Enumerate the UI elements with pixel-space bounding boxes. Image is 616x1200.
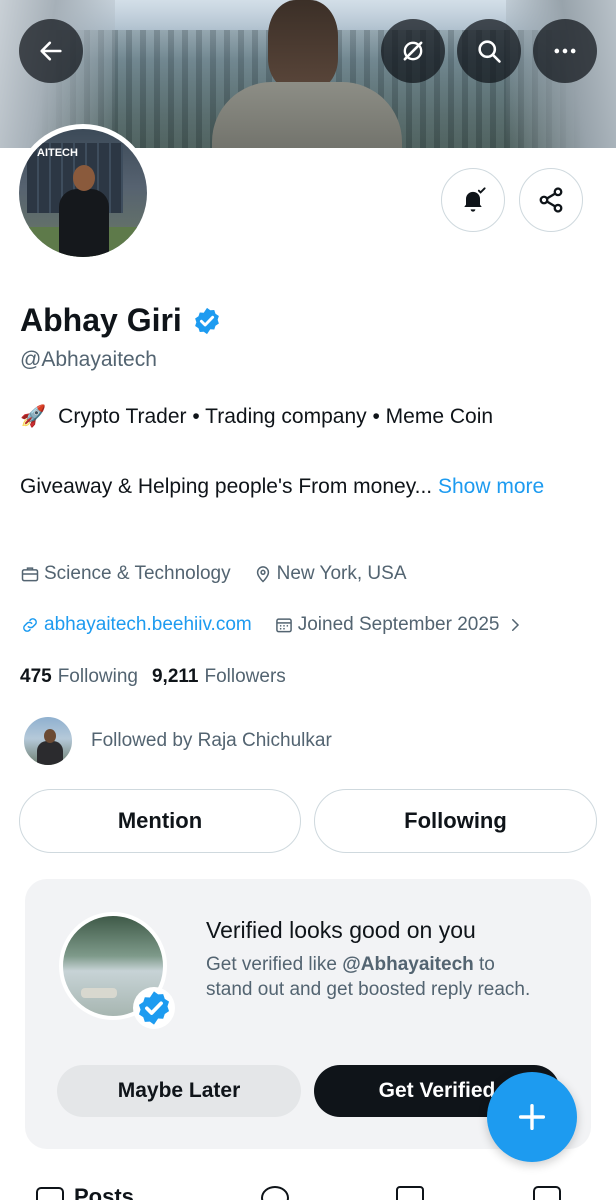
promo-title: Verified looks good on you [206,917,476,943]
followed-by-row[interactable]: Followed by Raja Chichulkar [22,715,332,767]
mention-button[interactable]: Mention [19,789,301,853]
profile-name: Abhay Giri [20,302,182,338]
share-button[interactable] [519,168,583,232]
posts-icon [36,1187,64,1200]
media-icon[interactable] [533,1186,561,1200]
followed-by-text: Followed by Raja Chichulkar [91,730,332,751]
follower-avatar [22,715,74,767]
profile-tab-bar: Posts [0,1180,616,1200]
website-item[interactable]: abhayaitech.beehiiv.com [20,614,252,636]
bio-line-1: 🚀 Crypto Trader • Trading company • Meme… [20,405,493,429]
more-button[interactable] [533,19,597,83]
website-link[interactable]: abhayaitech.beehiiv.com [44,614,252,636]
following-stat[interactable]: 475 Following [20,666,138,688]
plus-icon [518,1103,546,1131]
search-icon [478,40,501,63]
replies-icon[interactable] [261,1186,289,1200]
avatar-logo: AITECH [37,147,78,159]
calendar-icon [275,618,292,633]
bio-line-2: Giveaway & Helping people's From money..… [20,475,544,499]
briefcase-icon [21,567,39,582]
show-more-link[interactable]: Show more [438,475,544,498]
bio-text-2: Giveaway & Helping people's From money..… [20,475,433,498]
share-icon [539,187,563,213]
back-button[interactable] [19,19,83,83]
followers-count: 9,211 [151,666,199,687]
grok-icon [403,41,423,61]
following-count: 475 [20,666,52,687]
joined-item[interactable]: Joined September 2025 [274,614,528,636]
bio-text-1: Crypto Trader • Trading company • Meme C… [58,405,494,428]
arrow-left-icon [40,41,62,61]
follow-stats: 475 Following 9,211 Followers [20,666,286,688]
category-text: Science & Technology [44,563,231,584]
followers-label: Followers [204,666,286,687]
chevron-right-icon [511,619,519,631]
notifications-button[interactable] [441,168,505,232]
rocket-icon: 🚀 [20,405,47,428]
compose-post-button[interactable] [487,1072,577,1162]
profile-name-row: Abhay Giri [20,302,222,339]
maybe-later-button[interactable]: Maybe Later [57,1065,301,1117]
link-icon [23,618,37,632]
verified-check-icon [133,987,175,1029]
promo-desc-handle: @Abhayaitech [342,954,474,975]
tab-posts-label: Posts [74,1184,134,1200]
location-pin-icon [256,566,269,583]
more-icon [554,48,576,54]
category-item: Science & Technology [20,563,231,585]
promo-desc-prefix: Get verified like [206,954,343,975]
following-label: Following [57,666,138,687]
location-text: New York, USA [276,563,407,584]
verified-badge-icon[interactable] [192,306,222,336]
profile-meta-row-2: abhayaitech.beehiiv.com Joined September… [20,614,528,636]
repost-icon[interactable] [396,1186,424,1200]
location-item: New York, USA [253,563,407,585]
profile-handle: @Abhayaitech [20,348,157,371]
bell-check-icon [464,187,486,212]
profile-meta-row-1: Science & Technology New York, USA [20,563,407,585]
joined-text: Joined September 2025 [297,614,500,635]
search-button[interactable] [457,19,521,83]
followers-stat[interactable]: 9,211 Followers [152,666,286,688]
following-button[interactable]: Following [314,789,597,853]
promo-description: Get verified like @Abhayaitech to stand … [206,952,546,1002]
grok-button[interactable] [381,19,445,83]
tab-posts[interactable]: Posts [36,1184,134,1200]
profile-avatar[interactable]: AITECH [14,124,152,262]
